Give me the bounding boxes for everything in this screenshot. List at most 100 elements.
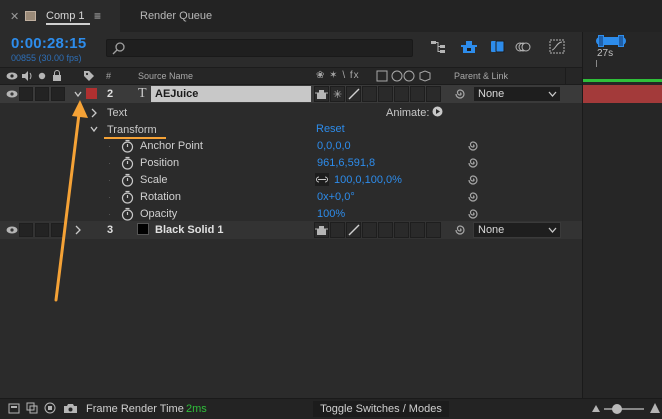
stopwatch-icon[interactable] <box>121 139 134 153</box>
property-value-position[interactable]: 961,6,591,8 <box>317 157 375 169</box>
audio-icon[interactable] <box>21 71 33 81</box>
zoom-slider-right-handle[interactable] <box>618 35 624 47</box>
lock-icon[interactable] <box>52 70 62 81</box>
work-area-bar[interactable] <box>583 79 662 82</box>
collapse-switch[interactable] <box>330 222 345 238</box>
chevron-down-icon <box>548 226 557 234</box>
keyframe-nav[interactable]: · <box>108 209 111 219</box>
fx-switch[interactable] <box>362 86 377 102</box>
solid-thumbnail <box>137 223 149 235</box>
layer-visibility-icon[interactable] <box>6 89 18 99</box>
frame-render-time-value: 2ms <box>186 403 207 415</box>
label-tag-icon[interactable] <box>83 70 95 82</box>
layer-duration-bar-aejuice[interactable] <box>583 85 662 103</box>
transform-underline-annotation <box>104 137 166 139</box>
pickwhip-icon[interactable] <box>466 139 480 153</box>
text-group-label[interactable]: Text <box>107 107 127 119</box>
in-out-toggle-icon[interactable] <box>44 402 56 414</box>
property-value-anchor-point[interactable]: 0,0,0,0 <box>317 140 351 152</box>
audio-toggle[interactable] <box>19 87 33 101</box>
stopwatch-icon[interactable] <box>121 207 134 221</box>
layer-number: 3 <box>107 224 114 236</box>
column-number: # <box>106 71 112 81</box>
frame-blend-switch[interactable] <box>378 222 393 238</box>
shy-layers-icon[interactable] <box>461 39 477 54</box>
audio-toggle[interactable] <box>19 223 33 237</box>
current-time-display[interactable]: 0:00:28:15 <box>11 35 86 52</box>
collapse-icon: ✳ <box>333 89 343 101</box>
toggle-switches-modes-button[interactable]: Toggle Switches / Modes <box>313 401 449 417</box>
tab-comp-label: Comp 1 <box>46 10 85 22</box>
keyframe-nav[interactable]: · <box>108 158 111 168</box>
zoom-slider-thumb[interactable] <box>612 404 622 414</box>
frame-blending-icon[interactable] <box>490 39 506 54</box>
transfer-controls-toggle-icon[interactable] <box>26 402 38 414</box>
pickwhip-icon[interactable] <box>466 207 480 221</box>
layer-name[interactable]: AEJuice <box>155 88 198 100</box>
pickwhip-icon[interactable] <box>453 223 467 237</box>
frame-count-display: 00855 (30.00 fps) <box>11 53 82 63</box>
zoom-slider-track[interactable] <box>604 408 644 410</box>
search-input[interactable] <box>106 39 413 57</box>
solo-toggle[interactable] <box>35 223 49 237</box>
column-switches[interactable]: ❀ ✶ \ fx <box>316 70 360 81</box>
text-layer-icon: T <box>138 86 147 101</box>
pickwhip-icon[interactable] <box>466 173 480 187</box>
tab-render-queue[interactable]: Render Queue <box>140 10 212 22</box>
solo-icon[interactable] <box>38 72 46 80</box>
motion-blur-icon[interactable] <box>515 39 531 54</box>
keyframe-nav[interactable]: · <box>108 175 111 185</box>
layer-visibility-icon[interactable] <box>6 225 18 235</box>
frame-render-time-label: Frame Render Time <box>86 403 184 415</box>
keyframe-nav[interactable]: · <box>108 192 111 202</box>
quality-icon <box>348 224 360 236</box>
property-name-scale: Scale <box>140 174 168 186</box>
parent-dropdown[interactable]: None <box>473 222 561 238</box>
video-visibility-icon[interactable] <box>6 71 18 81</box>
composition-flowchart-icon[interactable] <box>430 40 446 54</box>
stopwatch-icon[interactable] <box>121 190 134 204</box>
layer-switches-toggle-icon[interactable] <box>8 402 20 414</box>
close-icon[interactable]: ✕ <box>10 10 19 23</box>
property-value-scale[interactable]: 100,0,100,0% <box>334 174 402 186</box>
stopwatch-icon[interactable] <box>121 156 134 170</box>
motion-blur-switch[interactable] <box>394 222 409 238</box>
graph-editor-icon[interactable] <box>549 39 565 54</box>
frame-blend-switch[interactable] <box>378 86 393 102</box>
zoom-in-icon[interactable] <box>649 402 661 414</box>
transform-group-label[interactable]: Transform <box>107 124 157 136</box>
adjustment-switch[interactable] <box>410 222 425 238</box>
column-parent-link[interactable]: Parent & Link <box>454 71 508 81</box>
zoom-out-icon[interactable] <box>591 403 601 413</box>
3d-switch[interactable] <box>426 222 441 238</box>
play-circle-icon[interactable] <box>432 106 443 117</box>
pickwhip-icon[interactable] <box>466 156 480 170</box>
pickwhip-icon[interactable] <box>453 87 467 101</box>
adjustment-switch[interactable] <box>410 86 425 102</box>
transform-reset-link[interactable]: Reset <box>316 123 345 135</box>
pickwhip-icon[interactable] <box>466 190 480 204</box>
property-name-anchor-point: Anchor Point <box>140 140 203 152</box>
panel-menu-icon[interactable]: ≡ <box>94 9 101 23</box>
stopwatch-icon[interactable] <box>121 173 134 187</box>
keyframe-nav[interactable]: · <box>108 141 111 151</box>
parent-dropdown-value: None <box>478 224 505 236</box>
constrain-proportions-icon[interactable] <box>315 173 329 186</box>
property-value-rotation[interactable]: 0x+0,0° <box>317 191 355 203</box>
fx-switch[interactable] <box>362 222 377 238</box>
shy-icon <box>315 88 328 100</box>
chevron-right-icon[interactable] <box>90 108 98 118</box>
animate-label[interactable]: Animate: <box>386 107 429 119</box>
render-time-icon[interactable] <box>63 402 79 414</box>
zoom-slider-left-handle[interactable] <box>598 35 604 47</box>
parent-dropdown[interactable]: None <box>473 86 561 102</box>
property-name-position: Position <box>140 157 180 169</box>
column-source-name[interactable]: Source Name <box>138 71 193 81</box>
motion-blur-switch[interactable] <box>394 86 409 102</box>
3d-switch[interactable] <box>426 86 441 102</box>
chevron-down-icon[interactable] <box>89 124 99 134</box>
layer-name[interactable]: Black Solid 1 <box>155 224 223 236</box>
property-value-opacity[interactable]: 100% <box>317 208 345 220</box>
column-divider <box>565 67 566 85</box>
solo-toggle[interactable] <box>35 87 49 101</box>
